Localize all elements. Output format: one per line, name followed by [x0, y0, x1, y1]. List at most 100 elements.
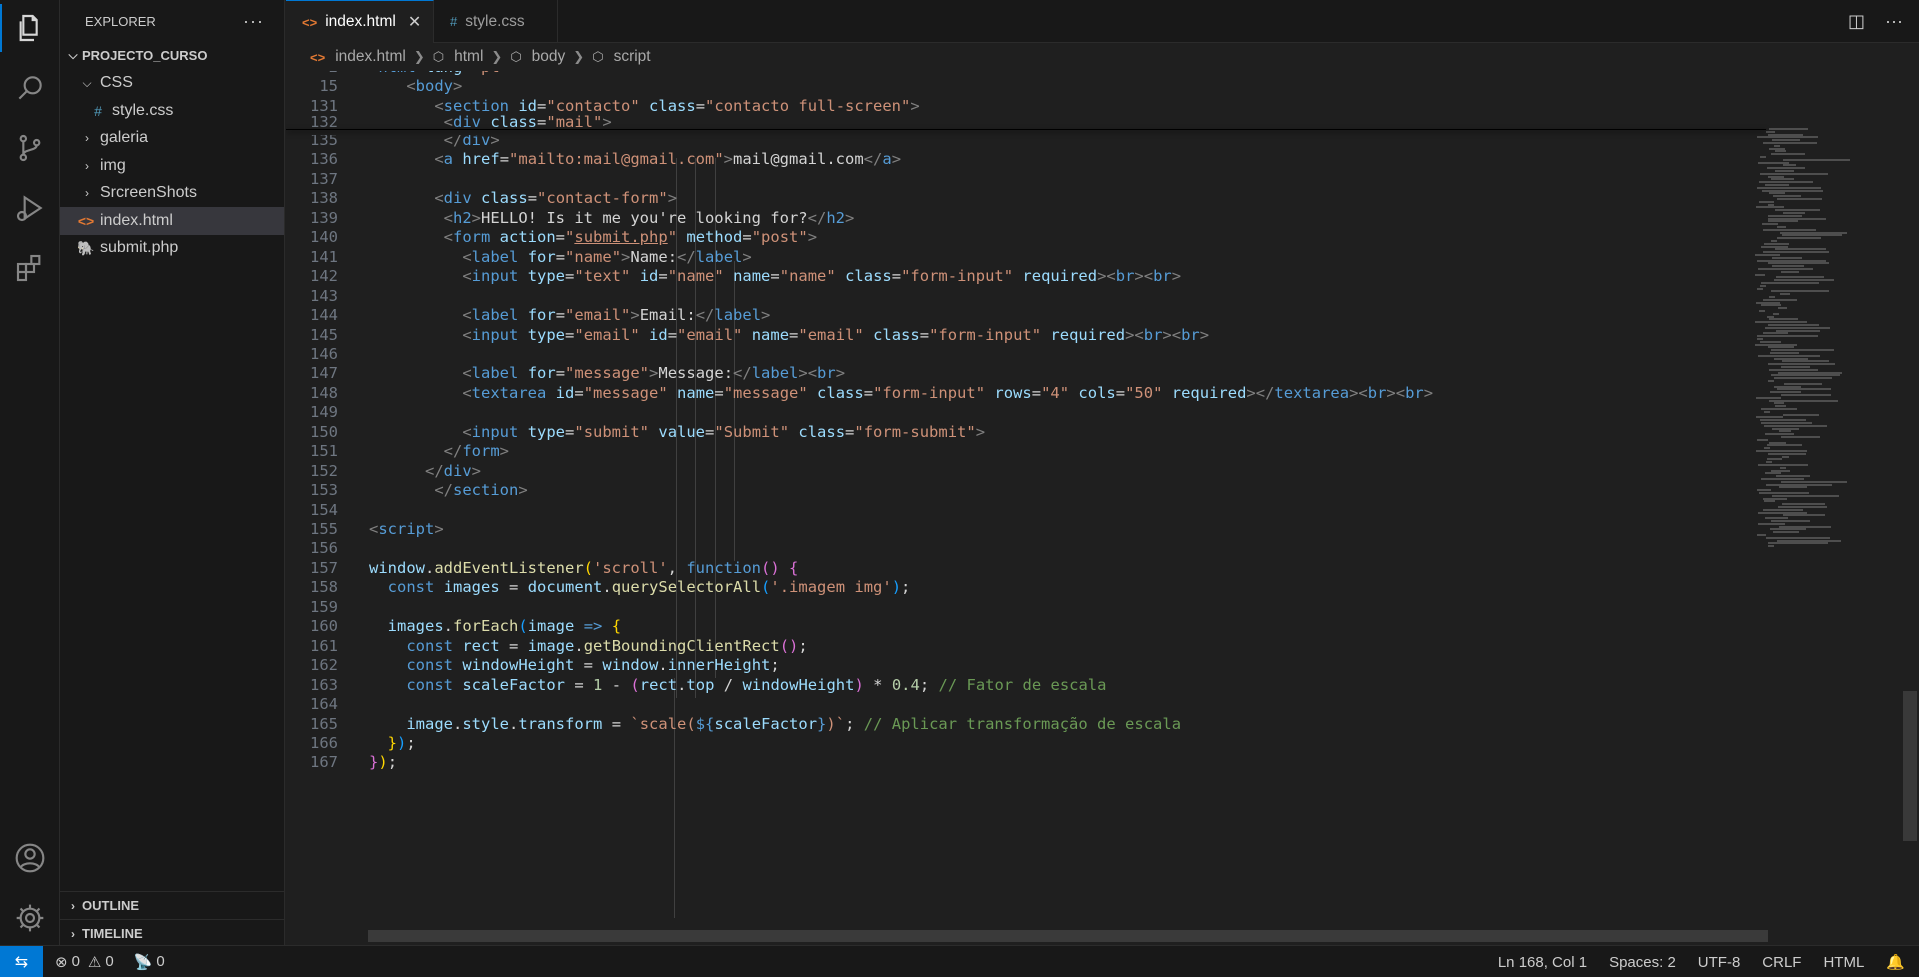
activity-bar	[0, 0, 60, 945]
more-actions-button[interactable]: ···	[243, 11, 264, 32]
minimap-line	[1777, 237, 1821, 240]
minimap-line	[1780, 231, 1847, 234]
minimap-line	[1763, 298, 1797, 301]
accounts-icon[interactable]	[0, 830, 60, 886]
minimap-line	[1782, 360, 1829, 363]
symbol-icon: ⬡	[592, 49, 604, 64]
minimap-line	[1771, 240, 1777, 242]
code-line[interactable]: 167});	[286, 751, 1766, 775]
minimap-line	[1774, 402, 1784, 405]
minimap-line	[1776, 276, 1824, 279]
settings-gear-icon[interactable]	[0, 890, 60, 946]
horizontal-scrollbar[interactable]	[368, 930, 1768, 942]
minimap-line	[1782, 503, 1825, 506]
chevron-right-icon: ›	[85, 158, 89, 173]
minimap-line	[1760, 419, 1806, 422]
minimap-line	[1768, 324, 1819, 326]
remote-icon[interactable]: ⇆	[0, 945, 43, 977]
minimap-line	[1761, 408, 1797, 410]
minimap-line	[1772, 427, 1799, 430]
minimap-line	[1772, 139, 1800, 142]
ports-count: 0	[156, 953, 165, 970]
source-control-icon[interactable]	[0, 120, 60, 176]
tree-file-submit-php[interactable]: 🐘 submit.php	[60, 235, 284, 263]
chevron-right-icon: ❯	[491, 49, 503, 64]
timeline-section[interactable]: › TIMELINE	[60, 919, 284, 947]
minimap-line	[1771, 290, 1829, 293]
explorer-icon[interactable]	[0, 0, 60, 56]
vertical-scrollbar[interactable]	[1903, 691, 1917, 841]
chevron-down-icon: ⌵	[68, 48, 78, 63]
tree-folder-img[interactable]: › img	[60, 152, 284, 180]
code-editor[interactable]: 2<html lang="pt">15 <body>131 <section i…	[286, 71, 1919, 945]
explorer-title: EXPLORER	[85, 13, 156, 29]
minimap-line	[1783, 413, 1819, 416]
split-editor-icon[interactable]: ◫	[1848, 11, 1865, 32]
minimap-line	[1780, 293, 1790, 296]
breadcrumb-item[interactable]: index.html	[335, 48, 406, 66]
tab-index-html[interactable]: <> index.html ✕	[286, 0, 434, 43]
tree-file-index-html[interactable]: <> index.html	[60, 207, 284, 235]
tab-style-css[interactable]: # style.css	[434, 0, 558, 43]
outline-label: OUTLINE	[82, 898, 140, 913]
minimap-line	[1781, 480, 1847, 483]
end-of-line[interactable]: CRLF	[1762, 954, 1801, 971]
minimap-line	[1768, 380, 1774, 382]
minimap-line	[1772, 256, 1802, 259]
symbol-icon: ⬡	[432, 49, 445, 64]
breadcrumb-item[interactable]: html	[454, 48, 483, 66]
breadcrumb-item[interactable]: body	[532, 48, 566, 66]
chevron-right-icon: ›	[85, 186, 89, 201]
problems-indicator[interactable]: ⊗ 0 ⚠ 0	[55, 953, 114, 971]
run-debug-icon[interactable]	[0, 180, 60, 236]
minimap-line	[1771, 520, 1810, 522]
minimap-line	[1758, 354, 1820, 357]
minimap-line	[1771, 469, 1790, 472]
extensions-icon[interactable]	[0, 240, 60, 296]
sticky-code-line[interactable]: 132 <div class="mail">	[286, 111, 1766, 135]
error-icon: ⊗	[55, 953, 68, 971]
minimap-line	[1768, 214, 1802, 217]
minimap-line	[1770, 528, 1806, 531]
tree-folder-screenshots[interactable]: › SrcreenShots	[60, 180, 284, 208]
minimap-line	[1775, 150, 1786, 153]
line-number: 132	[310, 113, 338, 131]
search-icon[interactable]	[0, 60, 60, 116]
minimap-line	[1783, 514, 1825, 517]
minimap-line	[1774, 279, 1834, 282]
editor-tab-bar: <> index.html ✕ # style.css ◫ ···	[286, 0, 1919, 43]
project-folder[interactable]: ⌵ PROJECTO_CURSO	[60, 42, 284, 70]
language-mode[interactable]: HTML	[1823, 954, 1864, 971]
breadcrumb-item[interactable]: script	[614, 48, 651, 66]
tree-item-label: SrcreenShots	[100, 184, 197, 202]
chevron-right-icon: ❯	[413, 49, 425, 64]
outline-section[interactable]: › OUTLINE	[60, 891, 284, 919]
minimap-line	[1759, 181, 1813, 184]
tree-item-label: index.html	[100, 211, 173, 229]
minimap-line	[1768, 545, 1774, 548]
chevron-down-icon: ⌵	[82, 75, 92, 90]
more-actions-icon[interactable]: ···	[1885, 11, 1903, 32]
line-number: 167	[310, 753, 338, 772]
minimap-line	[1779, 525, 1831, 528]
encoding[interactable]: UTF-8	[1698, 954, 1741, 971]
tree-folder-galeria[interactable]: › galeria	[60, 125, 284, 153]
minimap-line	[1777, 388, 1831, 391]
tree-file-style-css[interactable]: # style.css	[60, 97, 284, 125]
close-icon[interactable]: ✕	[408, 12, 421, 32]
cursor-position[interactable]: Ln 168, Col 1	[1498, 954, 1587, 971]
tree-item-label: submit.php	[100, 239, 179, 257]
editor-actions: ◫ ···	[1848, 0, 1903, 43]
tree-folder-css[interactable]: ⌵ CSS	[60, 70, 284, 98]
minimap-line	[1771, 374, 1840, 377]
minimap-line	[1763, 251, 1829, 254]
ports-indicator[interactable]: 📡 0	[134, 953, 165, 971]
minimap-line	[1781, 394, 1831, 396]
minimap-line	[1776, 329, 1820, 332]
notifications-bell-icon[interactable]: 🔔	[1886, 953, 1905, 971]
minimap[interactable]	[1755, 128, 1865, 918]
minimap-line	[1766, 461, 1772, 464]
indentation[interactable]: Spaces: 2	[1609, 954, 1676, 971]
tree-item-label: CSS	[100, 74, 133, 92]
minimap-line	[1763, 142, 1817, 144]
